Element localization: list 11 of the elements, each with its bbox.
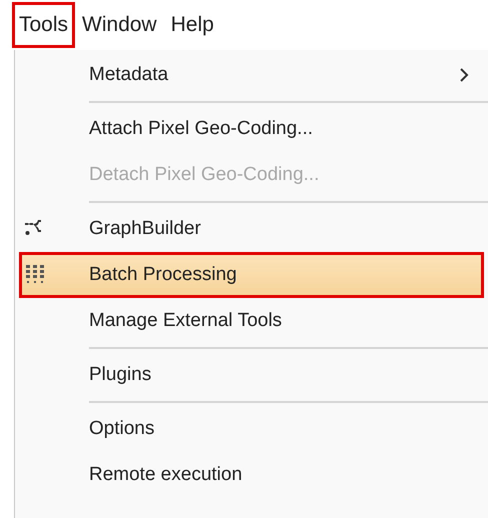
menu-item[interactable]: Attach Pixel Geo-Coding... (19, 106, 484, 152)
menu-item[interactable]: Metadata (19, 52, 484, 98)
menu-item[interactable]: Options (19, 406, 484, 452)
menu-item[interactable]: Tools (12, 2, 76, 48)
menu-item[interactable]: Batch Processing (19, 252, 484, 298)
menu-item[interactable]: Plugins (19, 352, 484, 398)
menu-item[interactable]: Remote execution (19, 452, 484, 498)
menu-item[interactable]: Window (75, 2, 164, 48)
menu-item[interactable]: Help (164, 2, 221, 48)
menu-item[interactable]: GraphBuilder (19, 206, 484, 252)
menu-item[interactable]: Manage External Tools (19, 298, 484, 344)
